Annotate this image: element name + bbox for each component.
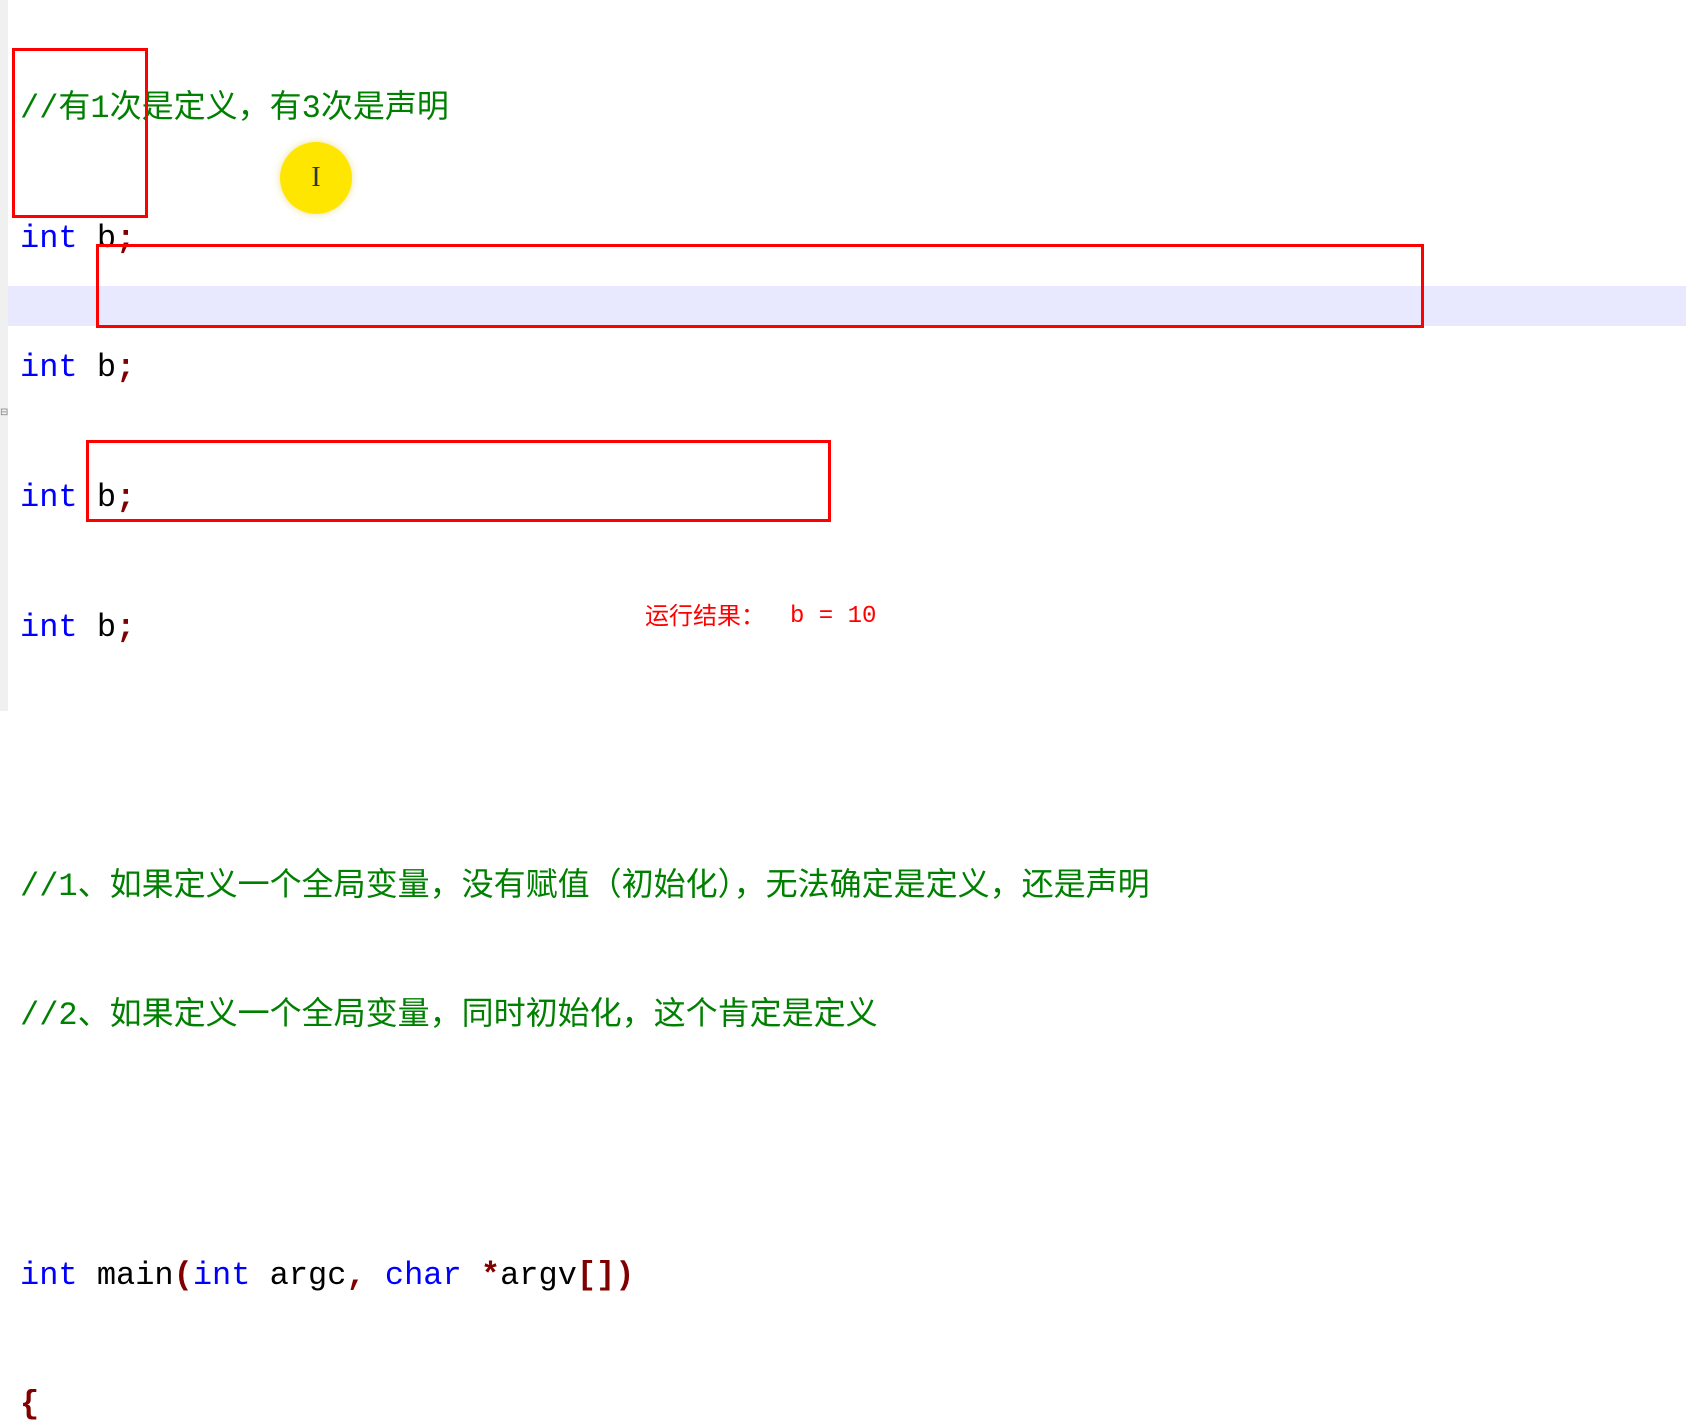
code-line: int b; [20, 478, 1686, 518]
blank-line [20, 738, 1686, 778]
code-line: int b; [20, 219, 1686, 259]
code-line: { [20, 1386, 1686, 1422]
gutter-bar [0, 0, 8, 711]
fold-marker-icon[interactable]: ⊟ [0, 408, 8, 420]
run-result-value: b = 10 [790, 600, 876, 634]
comment-text: //有1次是定义，有3次是声明 [20, 87, 449, 132]
blank-line [20, 1126, 1686, 1166]
code-line: int b; [20, 349, 1686, 389]
code-line: //2、如果定义一个全局变量，同时初始化，这个肯定是定义 [20, 997, 1686, 1037]
code-line: int main(int argc, char *argv[]) [20, 1256, 1686, 1296]
code-line: //1、如果定义一个全局变量，没有赋值（初始化），无法确定是定义，还是声明 [20, 867, 1686, 907]
code-editor[interactable]: //有1次是定义，有3次是声明 int b; int b; int b; int… [8, 0, 1686, 1422]
code-line: //有1次是定义，有3次是声明 [20, 90, 1686, 130]
run-result-label: 运行结果： [645, 600, 765, 634]
cursor-spotlight-icon: I [280, 142, 352, 214]
